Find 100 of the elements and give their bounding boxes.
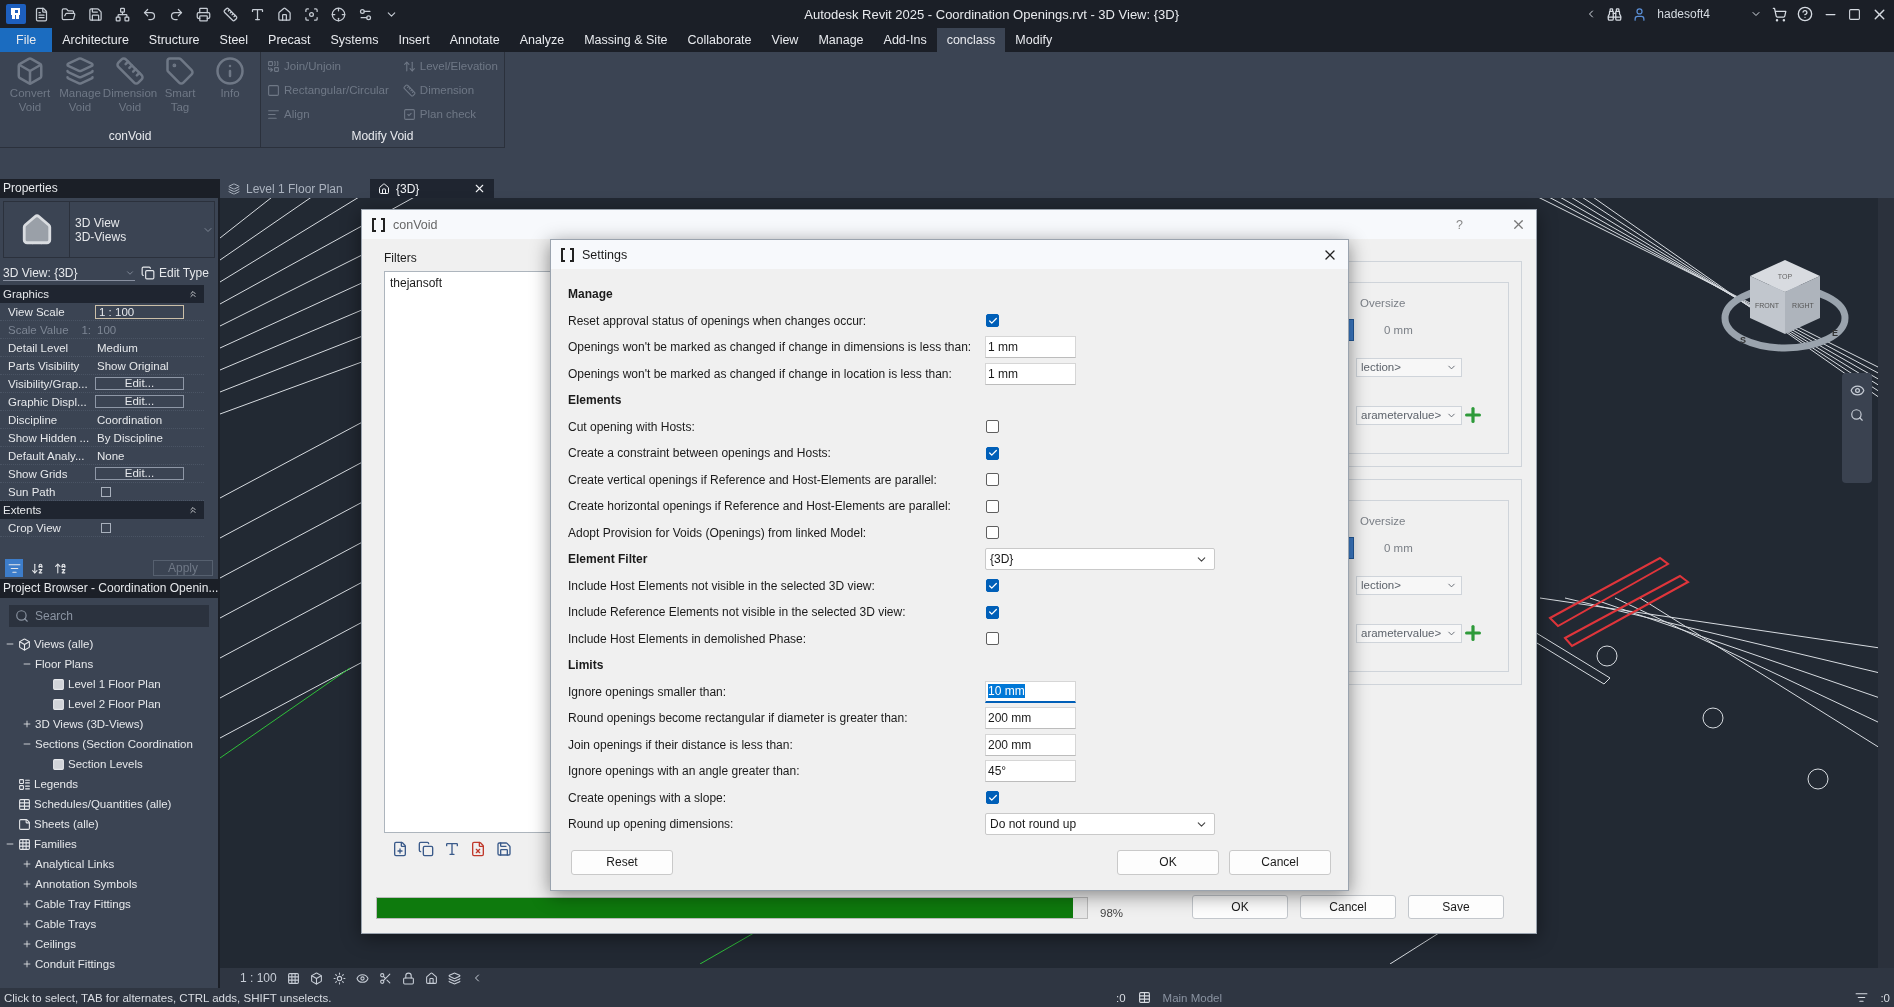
expand-icon[interactable] [22,959,32,969]
instance-dropdown[interactable]: 3D View: {3D} [3,265,135,281]
tree-item[interactable]: Cable Trays [35,918,97,930]
expand-icon[interactable] [22,939,32,949]
ribbon-tab[interactable]: Steel [209,28,259,52]
dialog-button[interactable]: Cancel [1300,895,1396,919]
ribbon-tab[interactable]: Insert [388,28,440,52]
new-icon[interactable] [392,841,408,857]
reset-button[interactable]: Reset [571,849,673,875]
filter-count[interactable]: :0 [1880,991,1890,1004]
view-scale[interactable]: 1 : 100 [240,971,277,985]
delete-icon[interactable] [470,841,486,857]
folder-icon[interactable] [61,6,76,22]
input-field[interactable]: 1 mm [985,362,1076,385]
help-button[interactable]: ? [1456,217,1463,232]
settings-icon[interactable] [358,6,373,22]
user-icon[interactable] [1632,6,1648,22]
collapse-icon[interactable] [188,505,198,515]
ribbon-tab[interactable]: Add-Ins [873,28,937,52]
checkbox[interactable] [986,473,999,487]
tree-item[interactable]: Analytical Links [35,858,115,870]
sun-icon[interactable] [332,971,346,985]
dialog-button[interactable]: Save [1408,895,1504,919]
expand-icon[interactable] [22,919,32,929]
checkbox[interactable] [986,605,999,619]
tree-item[interactable]: Schedules/Quantities (alle) [34,798,172,810]
tree-item[interactable]: 3D Views (3D-Views) [35,718,144,730]
tree-item[interactable]: Section Levels [68,758,143,770]
scrollbar[interactable] [1878,198,1894,968]
workset-count[interactable]: :0 [1116,991,1126,1004]
search-field[interactable]: Search [9,605,209,627]
tree-item[interactable]: Annotation Symbols [35,878,138,890]
app-logo[interactable] [6,4,26,24]
expand-icon[interactable] [22,879,32,889]
expand-icon[interactable] [22,899,32,909]
selection-dropdown[interactable]: lection> [1356,575,1462,595]
cart-icon[interactable] [1772,6,1787,22]
dialog-button[interactable]: OK [1192,895,1288,919]
copy-icon[interactable] [418,841,434,857]
house-icon[interactable] [277,6,292,22]
input-field[interactable]: 10 mm [985,680,1076,703]
ribbon-tab[interactable]: conclass [936,28,1006,52]
dropdown[interactable]: Do not round up [985,813,1215,836]
cube-icon[interactable] [309,971,323,985]
dropdown[interactable]: {3D} [985,548,1215,571]
tree-item[interactable]: Floor Plans [35,658,94,670]
checkbox[interactable] [986,420,999,434]
navigation-bar[interactable] [1842,373,1872,483]
collapse-icon[interactable] [188,289,198,299]
parameter-dropdown[interactable]: arametervalue> [1356,405,1462,425]
tree-item[interactable]: Legends [34,778,79,790]
cancel-button[interactable]: Cancel [1229,849,1331,875]
parameter-dropdown[interactable]: arametervalue> [1356,623,1462,643]
checkbox[interactable] [101,522,111,533]
input-field[interactable]: 1 mm [985,336,1076,359]
text-icon[interactable] [250,6,265,22]
tree-item[interactable]: Views (alle) [34,638,94,650]
tree-item[interactable]: Ceilings [35,938,76,950]
input-field[interactable]: 200 mm [985,733,1076,756]
scale-field[interactable]: 1 : 100 [95,304,184,319]
checkbox[interactable] [986,314,999,328]
type-selector[interactable]: 3D View 3D-Views [3,201,215,258]
print-icon[interactable] [196,6,211,22]
ribbon-tab[interactable]: Analyze [509,28,575,52]
ribbon-tab[interactable]: Systems [320,28,389,52]
tree-item[interactable]: Level 2 Floor Plan [68,698,161,710]
checkbox[interactable] [986,632,999,646]
undo-icon[interactable] [142,6,157,22]
ribbon-tab[interactable]: File [0,28,53,52]
expand-icon[interactable] [22,859,32,869]
ok-button[interactable]: OK [1117,849,1219,875]
user-name[interactable]: hadesoft4 [1657,7,1710,21]
ribbon-tab[interactable]: Collaborate [677,28,762,52]
ruler-icon[interactable] [223,6,238,22]
tree-item[interactable]: Conduit Fittings [35,958,115,970]
filter-icon[interactable] [1855,991,1869,1004]
checkbox[interactable] [986,526,999,540]
ribbon-tab[interactable]: Structure [138,28,210,52]
ribbon-tab[interactable]: Modify [1005,28,1063,52]
selection-dropdown[interactable]: lection> [1356,357,1462,377]
edit-button[interactable]: Edit... [95,467,184,480]
ribbon-tab[interactable]: Massing & Site [574,28,678,52]
checkbox[interactable] [101,486,111,497]
tree-item[interactable]: Cable Tray Fittings [35,898,131,910]
tree-item[interactable]: Sheets (alle) [34,818,99,830]
edit-button[interactable]: Edit... [95,377,184,390]
expand-icon[interactable] [22,719,32,729]
ribbon-tab[interactable]: Architecture [52,28,139,52]
input-field[interactable]: 45° [985,760,1076,783]
close-icon[interactable] [473,182,486,195]
lock-icon[interactable] [401,971,415,985]
ribbon-tab[interactable]: Precast [258,28,321,52]
grid-icon[interactable] [286,971,300,985]
help-icon[interactable] [1797,6,1813,22]
input-field[interactable]: 200 mm [985,707,1076,730]
layers-icon[interactable] [447,971,461,985]
categorize-button[interactable] [5,559,23,577]
ribbon-tab[interactable]: Manage [808,28,874,52]
crosshair-icon[interactable] [331,6,346,22]
tree-item[interactable]: Families [34,838,77,850]
